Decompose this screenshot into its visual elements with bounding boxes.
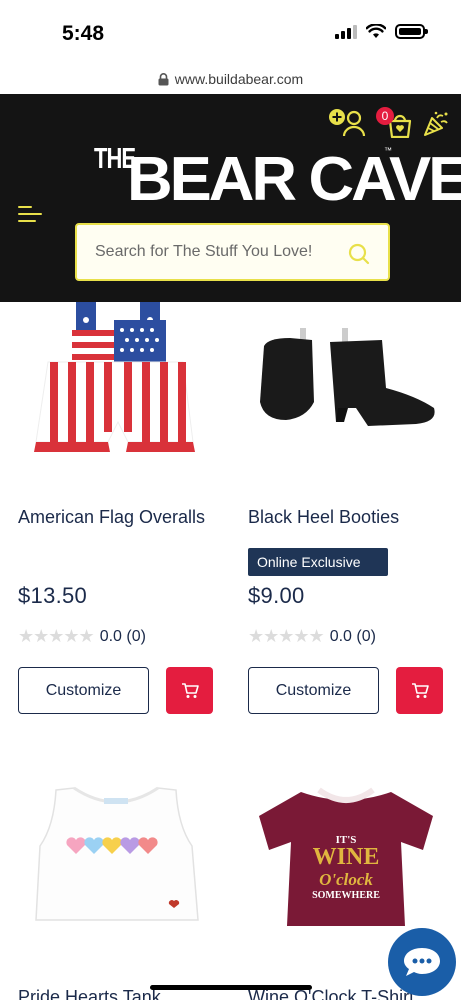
status-bar: 5:48: [0, 0, 461, 64]
status-time: 5:48: [62, 22, 105, 45]
product-name[interactable]: American Flag Overalls: [18, 506, 208, 528]
american-flag-overalls-image[interactable]: [28, 302, 200, 467]
add-to-cart-button[interactable]: [396, 667, 443, 714]
url-bar[interactable]: www.buildabear.com: [0, 64, 461, 94]
cart-icon: [181, 682, 199, 698]
wine-oclock-tshirt-image[interactable]: IT'S WINE O'clock SOMEWHERE: [255, 786, 437, 930]
rating-text: 0.0 (0): [329, 627, 376, 645]
product-rating: ★★★★★ 0.0 (0): [248, 626, 376, 647]
black-heel-booties-image[interactable]: [256, 322, 441, 432]
pride-hearts-tank-image[interactable]: [28, 786, 204, 926]
search-input[interactable]: [95, 243, 335, 261]
cart-icon: [411, 682, 429, 698]
status-icons: [335, 24, 428, 39]
add-account-icon[interactable]: [328, 108, 368, 138]
battery-icon: [395, 24, 428, 39]
home-indicator: [150, 985, 312, 990]
url-text: www.buildabear.com: [174, 71, 304, 87]
customize-button[interactable]: Customize: [248, 667, 379, 714]
bear-cave-logo[interactable]: BEAR CAVE THE ™: [92, 142, 461, 216]
rating-stars-icon: ★★★★★: [18, 626, 95, 646]
cellular-signal-icon: [335, 24, 357, 39]
product-price: $13.50: [18, 583, 88, 608]
chat-button[interactable]: [388, 928, 456, 996]
product-name[interactable]: Black Heel Booties: [248, 506, 448, 528]
rating-text: 0.0 (0): [99, 627, 146, 645]
menu-icon[interactable]: [18, 204, 42, 224]
product-rating: ★★★★★ 0.0 (0): [18, 626, 146, 647]
lock-icon: [158, 72, 169, 85]
product-price: $9.00: [248, 583, 305, 608]
rating-stars-icon: ★★★★★: [248, 626, 325, 646]
chat-bubble-icon: [404, 948, 440, 976]
party-popper-icon[interactable]: [422, 110, 450, 138]
wifi-icon: [366, 24, 386, 38]
site-header: 0 BEAR CAVE THE ™: [0, 94, 461, 302]
add-to-cart-button[interactable]: [166, 667, 213, 714]
customize-button[interactable]: Customize: [18, 667, 149, 714]
cart-count-badge: 0: [376, 107, 394, 125]
search-icon[interactable]: [348, 243, 370, 265]
search-box: [75, 223, 390, 281]
online-exclusive-badge: Online Exclusive: [248, 548, 388, 576]
